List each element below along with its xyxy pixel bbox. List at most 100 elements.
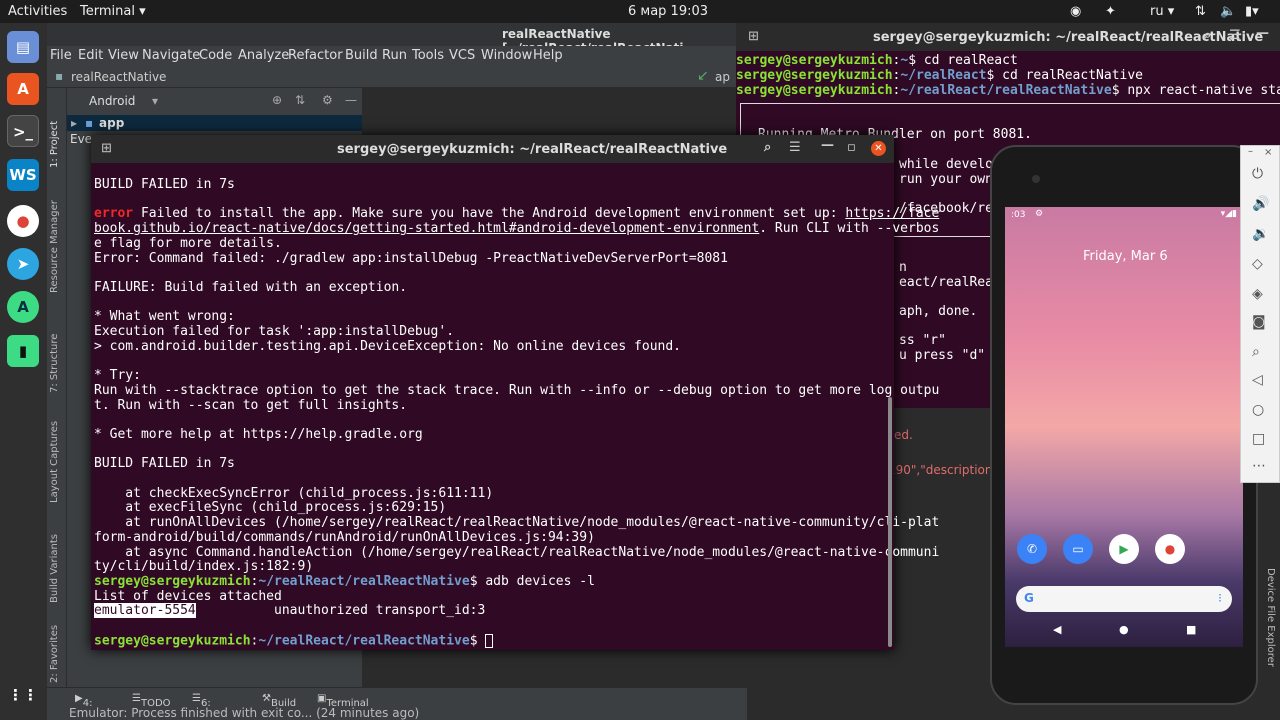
screenshot-icon[interactable]: ◙	[1252, 314, 1266, 330]
clock[interactable]: 6 мар 19:03	[628, 4, 708, 19]
collapse-icon[interactable]: ⇅	[295, 93, 305, 107]
app-menu[interactable]: Terminal ▾	[80, 4, 146, 19]
webstorm-icon[interactable]: WS	[7, 159, 39, 191]
tab-build-variants[interactable]: Build Variants	[49, 534, 60, 603]
search-icon[interactable]: ⌕	[1204, 28, 1211, 43]
mic-icon[interactable]: ⁝	[1218, 591, 1222, 605]
terminal-icon[interactable]: >_	[7, 115, 39, 147]
tab-todo[interactable]: ☰ TODO	[132, 693, 171, 709]
terminal-output[interactable]: BUILD FAILED in 7s error Failed to insta…	[94, 177, 939, 649]
search-icon[interactable]: ⌕	[764, 140, 771, 155]
volume-down-icon[interactable]: 🔉	[1252, 226, 1269, 242]
maximize-icon[interactable]: ▫	[847, 140, 856, 155]
tab-project[interactable]: 1: Project	[49, 121, 60, 168]
volume-icon[interactable]: 🔈	[1220, 4, 1236, 19]
ide-title-bar: realReactNative [~/realReact/realReactNa…	[47, 23, 747, 55]
show-apps-icon[interactable]: ⋮⋮	[7, 679, 39, 711]
locate-icon[interactable]: ⊕	[272, 93, 282, 107]
volume-up-icon[interactable]: 🔊	[1252, 196, 1269, 212]
menu-vcs[interactable]: VCS	[449, 48, 475, 63]
telegram-icon[interactable]: ➤	[7, 248, 39, 280]
minimize-icon[interactable]: —	[345, 93, 357, 107]
device-file-explorer-tab[interactable]: Device File Explorer	[1258, 560, 1280, 690]
breadcrumb-project[interactable]: realReactNative	[71, 70, 166, 84]
minimize-icon[interactable]: —	[1256, 26, 1269, 41]
play-store-icon[interactable]: ▶	[1109, 534, 1139, 564]
menu-run[interactable]: Run	[382, 48, 407, 63]
menu-edit[interactable]: Edit	[78, 48, 103, 63]
tab-build[interactable]: ⚒ Build	[262, 693, 296, 709]
minimize-icon[interactable]: –	[1248, 146, 1253, 157]
minimize-icon[interactable]: —	[821, 138, 834, 153]
expand-icon[interactable]: ▸	[71, 116, 77, 130]
messages-app-icon[interactable]: ▭	[1063, 534, 1093, 564]
chrome-icon[interactable]: ●	[7, 205, 39, 237]
home-icon[interactable]: ●	[1119, 623, 1129, 636]
activities-button[interactable]: Activities	[8, 4, 67, 19]
menu-icon[interactable]: ☰	[789, 140, 801, 155]
metro-text-3: run your own	[899, 172, 993, 187]
back-icon[interactable]: ◀	[1053, 623, 1061, 636]
rotate-left-icon[interactable]: ◇	[1252, 256, 1263, 272]
tab-structure[interactable]: 7: Structure	[49, 334, 60, 393]
android-emulator: :03 ⚙ ▾◢▮ Friday, Mar 6 ✆ ▭ ▶ ● G ⁝ ◀ ● …	[990, 145, 1258, 705]
files-icon[interactable]: ▤	[7, 31, 39, 63]
software-center-icon[interactable]: A	[7, 73, 39, 105]
emulator-screen[interactable]: :03 ⚙ ▾◢▮ Friday, Mar 6 ✆ ▭ ▶ ● G ⁝ ◀ ● …	[1005, 207, 1243, 647]
menu-build[interactable]: Build	[345, 48, 378, 63]
new-tab-icon[interactable]: ⊞	[748, 29, 759, 44]
google-search-bar[interactable]: G ⁝	[1016, 586, 1232, 612]
menu-icon[interactable]: ☰	[1229, 28, 1241, 43]
metro-line-3: sergey@sergeykuzmich:~/realReact/realRea…	[736, 83, 1280, 98]
phone-time: :03	[1011, 210, 1026, 220]
tab-favorites[interactable]: 2: Favorites	[49, 625, 60, 683]
accessibility-icon[interactable]: ✦	[1105, 4, 1116, 19]
language-indicator[interactable]: ru ▾	[1150, 4, 1174, 19]
phone-app-icon[interactable]: ✆	[1017, 534, 1047, 564]
zoom-icon[interactable]: ⌕	[1252, 344, 1260, 360]
menu-code[interactable]: Code	[199, 48, 232, 63]
menu-analyze[interactable]: Analyze	[238, 48, 289, 63]
close-icon[interactable]: ✕	[871, 141, 886, 156]
menu-refactor[interactable]: Refactor	[288, 48, 343, 63]
network-icon[interactable]: ⇅	[1195, 4, 1206, 19]
menu-bar: File Edit View Navigate Code Analyze Ref…	[47, 46, 747, 66]
terminal-scrollbar[interactable]	[888, 397, 892, 647]
menu-navigate[interactable]: Navigate	[142, 48, 200, 63]
tab-resource-manager[interactable]: Resource Manager	[49, 200, 60, 293]
recents-icon[interactable]: ■	[1186, 623, 1196, 636]
project-view-select[interactable]: Android	[89, 94, 135, 108]
battery-icon[interactable]: ▮▾	[1245, 4, 1259, 19]
tab-logcat[interactable]: ☰ 6: Logcat	[192, 693, 234, 720]
menu-window[interactable]: Window	[481, 48, 532, 63]
metro-text-5: n	[899, 260, 907, 275]
menu-help[interactable]: Help	[533, 48, 563, 63]
chrome-app-icon[interactable]: ●	[1155, 534, 1185, 564]
android-icon[interactable]: ▮	[7, 335, 39, 367]
close-icon[interactable]: ×	[1264, 147, 1272, 158]
menu-file[interactable]: File	[50, 48, 72, 63]
menu-view[interactable]: View	[108, 48, 139, 63]
back-icon[interactable]: ◁	[1252, 372, 1263, 388]
home-icon[interactable]: ○	[1252, 402, 1264, 418]
breadcrumb: ▪ realReactNative ↙ ap	[47, 66, 747, 88]
android-studio-icon[interactable]: A	[7, 291, 39, 323]
phone-date[interactable]: Friday, Mar 6	[1083, 249, 1168, 264]
updates-icon[interactable]: ◉	[1070, 4, 1081, 19]
overview-icon[interactable]: □	[1252, 431, 1265, 447]
chevron-down-icon[interactable]: ▾	[152, 94, 158, 108]
metro-text-2: while develop	[899, 157, 1001, 172]
hammer-icon[interactable]: ↙	[697, 68, 709, 84]
tree-row-app[interactable]: ▸ ▪ app	[67, 115, 362, 131]
menu-tools[interactable]: Tools	[412, 48, 444, 63]
new-tab-icon[interactable]: ⊞	[101, 141, 112, 156]
tab-run[interactable]: ▶ 4: Run	[75, 693, 102, 720]
tab-terminal[interactable]: ▣ Terminal	[317, 693, 369, 709]
power-icon[interactable]: ⏻	[1252, 166, 1263, 182]
module-icon: ▪	[85, 116, 94, 130]
rotate-right-icon[interactable]: ◈	[1252, 286, 1263, 302]
config-label[interactable]: ap	[715, 70, 730, 84]
gear-icon[interactable]: ⚙	[322, 93, 333, 107]
tab-layout-captures[interactable]: Layout Captures	[49, 421, 60, 503]
more-icon[interactable]: ⋯	[1252, 458, 1266, 474]
